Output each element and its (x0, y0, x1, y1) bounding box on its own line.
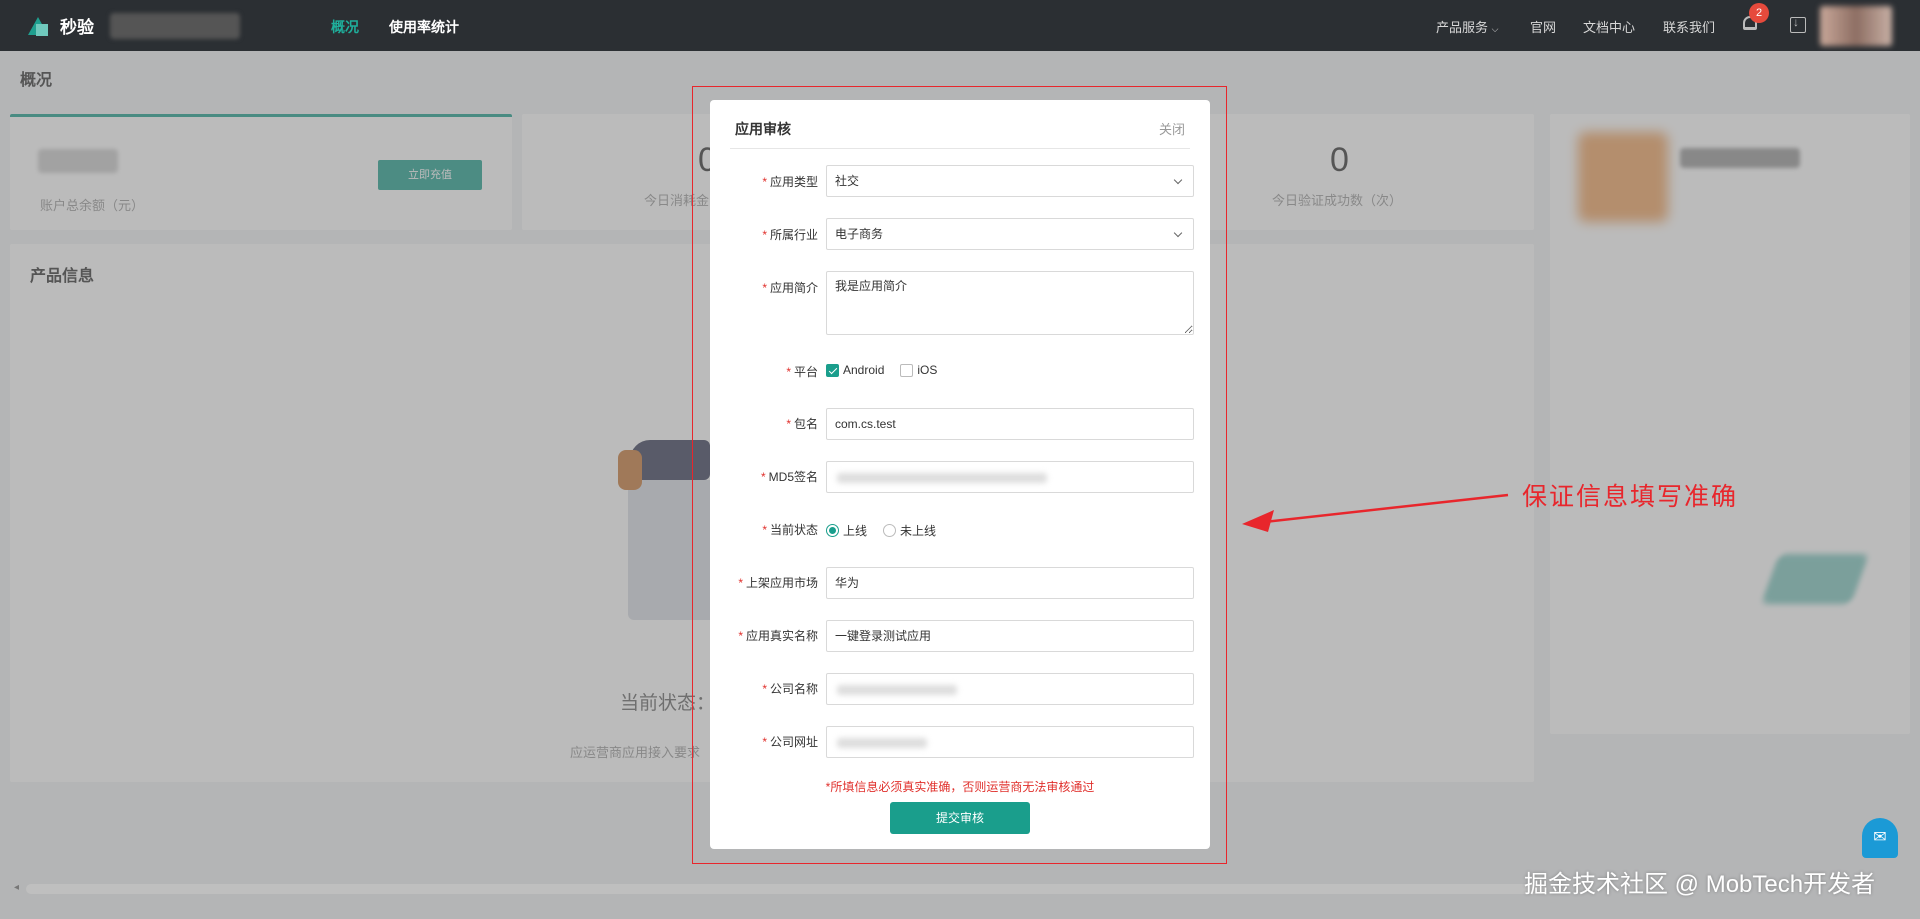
logo-icon (26, 14, 50, 38)
avatar[interactable] (1820, 6, 1892, 46)
nav-products[interactable]: 产品服务 ⌵ (1436, 17, 1498, 36)
nav-contact[interactable]: 联系我们 (1663, 17, 1715, 36)
download-icon[interactable] (1790, 15, 1806, 33)
scroll-left-icon[interactable]: ◂ (14, 882, 19, 893)
annotation-arrow-icon (1242, 493, 1509, 532)
watermark: 掘金技术社区 @ MobTech开发者 (1524, 871, 1876, 898)
tab-overview[interactable]: 概况 (331, 17, 359, 37)
app-selector[interactable] (110, 13, 240, 39)
tab-usage-stats[interactable]: 使用率统计 (389, 17, 459, 37)
annotation-frame (692, 86, 1227, 864)
chat-icon[interactable]: ✉ (1862, 818, 1898, 858)
logo-text: 秒验 (60, 18, 94, 37)
logo[interactable]: 秒验 (26, 13, 94, 38)
annotation-text: 保证信息填写准确 (1522, 482, 1739, 511)
nav-docs[interactable]: 文档中心 (1583, 17, 1635, 36)
chevron-down-icon: ⌵ (1491, 24, 1499, 34)
nav-official-site[interactable]: 官网 (1530, 17, 1556, 36)
top-navbar: 秒验 概况 使用率统计 产品服务 ⌵ 官网 文档中心 联系我们 2 (0, 0, 1920, 51)
notification-badge: 2 (1749, 3, 1769, 23)
horizontal-scrollbar[interactable] (26, 884, 1546, 894)
